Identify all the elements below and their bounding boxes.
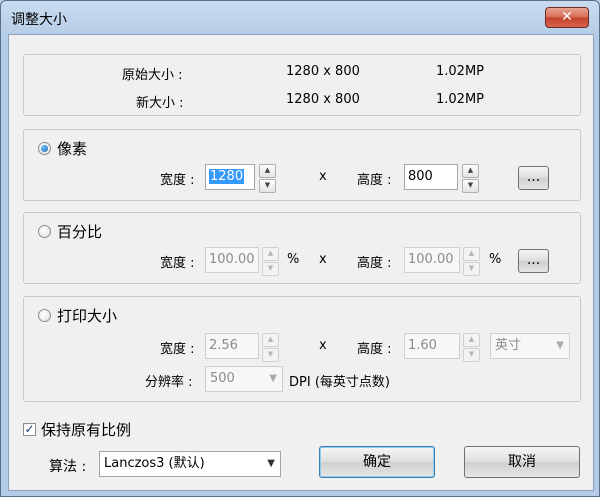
spin-down-icon[interactable]: ▼ <box>463 262 480 276</box>
spin-up-icon[interactable]: ▲ <box>462 164 479 178</box>
print-height-label: 高度 : <box>357 342 392 357</box>
percent-title: 百分比 <box>57 223 103 241</box>
keep-ratio-checkbox[interactable]: ✓ <box>23 423 36 436</box>
title-bar[interactable]: 调整大小 ✕ <box>1 1 599 35</box>
percent-more-button[interactable]: ... <box>518 249 549 273</box>
percent-radio[interactable] <box>38 225 51 238</box>
chevron-down-icon: ▼ <box>267 458 275 469</box>
new-size-label: 新大小 : <box>136 96 184 111</box>
pixels-more-button[interactable]: ... <box>518 166 549 190</box>
dialog-body: 原始大小 : 1280 x 800 1.02MP 新大小 : 1280 x 80… <box>8 34 594 491</box>
print-height-spinner[interactable]: ▲ ▼ <box>463 333 480 362</box>
print-height-input[interactable]: 1.60 <box>404 333 460 359</box>
pixels-radio[interactable] <box>38 142 51 155</box>
pixels-height-spinner[interactable]: ▲ ▼ <box>462 164 479 193</box>
spin-down-icon[interactable]: ▼ <box>262 348 279 362</box>
ok-button[interactable]: 确定 <box>319 446 435 478</box>
percent-width-spinner[interactable]: ▲ ▼ <box>262 247 279 276</box>
size-info-group: 原始大小 : 1280 x 800 1.02MP 新大小 : 1280 x 80… <box>23 54 581 116</box>
spin-down-icon[interactable]: ▼ <box>259 179 276 193</box>
percent-height-spinner[interactable]: ▲ ▼ <box>463 247 480 276</box>
algorithm-label: 算法 : <box>49 459 87 475</box>
spin-up-icon[interactable]: ▲ <box>463 333 480 347</box>
resolution-unit: DPI (每英寸点数) <box>289 375 390 390</box>
pixels-height-input[interactable]: 800 <box>404 164 458 190</box>
spin-down-icon[interactable]: ▼ <box>463 348 480 362</box>
resolution-select[interactable]: 500 ▼ <box>205 366 283 392</box>
percent-width-input[interactable]: 100.00 <box>205 247 259 273</box>
algorithm-value: Lanczos3 (默认) <box>104 456 205 471</box>
print-width-spinner[interactable]: ▲ ▼ <box>262 333 279 362</box>
close-button[interactable]: ✕ <box>545 7 589 28</box>
percent-height-label: 高度 : <box>357 256 392 271</box>
percent-group: 百分比 宽度 : 100.00 ▲ ▼ % x 高度 : 100.00 ▲ ▼ % … <box>23 212 581 284</box>
new-dimensions: 1280 x 800 <box>286 92 360 107</box>
times-sign: x <box>319 338 327 353</box>
window-title: 调整大小 <box>11 12 67 28</box>
original-size-label: 原始大小 : <box>122 68 183 83</box>
percent-width-label: 宽度 : <box>160 256 195 271</box>
print-size-title: 打印大小 <box>57 307 118 325</box>
print-size-radio[interactable] <box>38 309 51 322</box>
spin-up-icon[interactable]: ▲ <box>262 247 279 261</box>
original-dimensions: 1280 x 800 <box>286 64 360 79</box>
original-megapixels: 1.02MP <box>436 64 485 79</box>
spin-up-icon[interactable]: ▲ <box>262 333 279 347</box>
new-megapixels: 1.02MP <box>436 92 485 107</box>
times-sign: x <box>319 169 327 184</box>
spin-down-icon[interactable]: ▼ <box>462 179 479 193</box>
cancel-button[interactable]: 取消 <box>464 446 580 478</box>
print-width-label: 宽度 : <box>160 342 195 357</box>
keep-ratio-label: 保持原有比例 <box>41 421 132 439</box>
percent-width-unit: % <box>287 252 300 267</box>
pixels-width-input[interactable]: 1280 <box>205 164 255 190</box>
print-width-input[interactable]: 2.56 <box>205 333 259 359</box>
print-unit-select[interactable]: 英寸 ▼ <box>490 333 570 359</box>
print-unit-value: 英寸 <box>495 338 522 353</box>
spin-up-icon[interactable]: ▲ <box>463 247 480 261</box>
percent-height-unit: % <box>489 252 502 267</box>
resize-dialog: 调整大小 ✕ 原始大小 : 1280 x 800 1.02MP 新大小 : 12… <box>0 0 600 497</box>
pixels-width-label: 宽度 : <box>160 173 195 188</box>
close-icon: ✕ <box>561 9 573 25</box>
spin-down-icon[interactable]: ▼ <box>262 262 279 276</box>
chevron-down-icon: ▼ <box>556 340 564 351</box>
algorithm-select[interactable]: Lanczos3 (默认) ▼ <box>99 451 281 477</box>
resolution-value: 500 <box>210 371 235 386</box>
percent-height-input[interactable]: 100.00 <box>404 247 460 273</box>
pixels-title: 像素 <box>57 140 88 158</box>
print-size-group: 打印大小 宽度 : 2.56 ▲ ▼ x 高度 : 1.60 ▲ ▼ 英寸 ▼ 分辨… <box>23 296 581 402</box>
pixels-width-spinner[interactable]: ▲ ▼ <box>259 164 276 193</box>
spin-up-icon[interactable]: ▲ <box>259 164 276 178</box>
chevron-down-icon: ▼ <box>269 373 277 384</box>
pixels-height-label: 高度 : <box>357 173 392 188</box>
times-sign: x <box>319 252 327 267</box>
resolution-label: 分辨率 : <box>145 375 193 390</box>
pixels-group: 像素 宽度 : 1280 ▲ ▼ x 高度 : 800 ▲ ▼ ... <box>23 129 581 201</box>
